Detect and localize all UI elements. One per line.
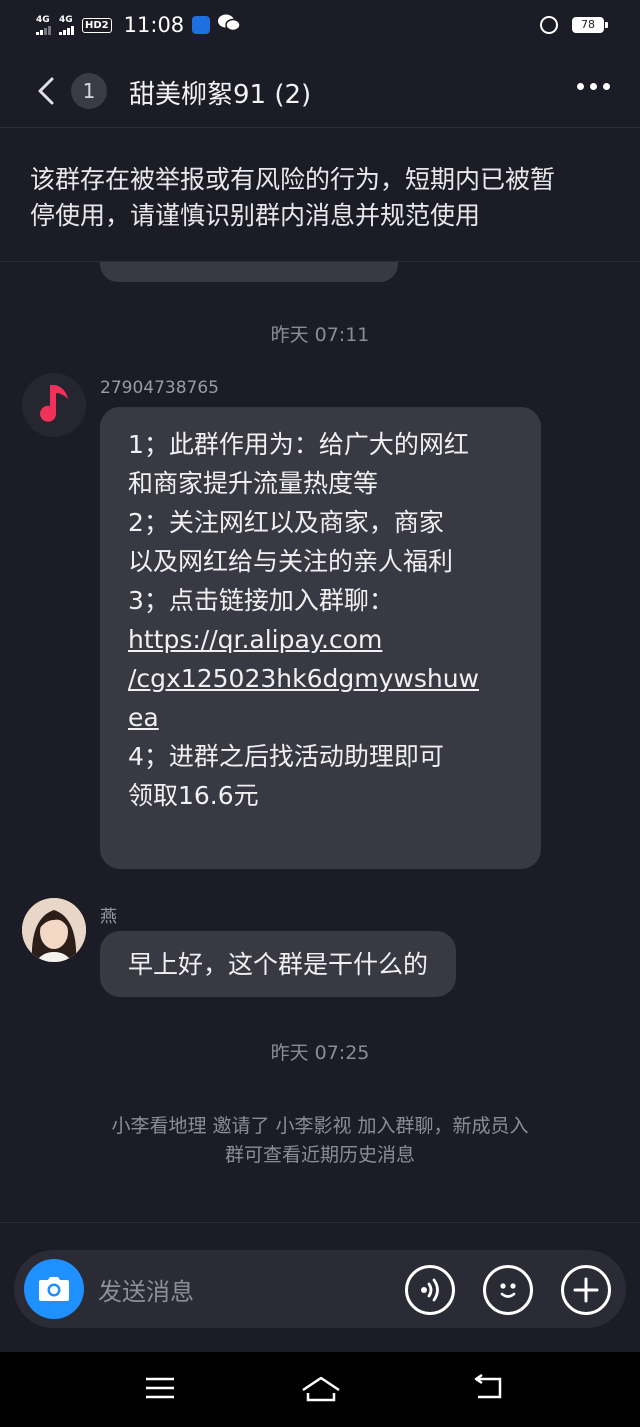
- wechat-notification-icon: [218, 13, 241, 37]
- back-button[interactable]: [34, 75, 58, 107]
- emoji-icon: [500, 1283, 516, 1298]
- time-separator: 昨天 07:25: [270, 1042, 370, 1064]
- sender-avatar[interactable]: [22, 373, 86, 437]
- message-bubble[interactable]: 早上好，这个群是干什么的: [100, 931, 457, 997]
- back-icon: [474, 1373, 502, 1399]
- menu-icon: [146, 1377, 174, 1399]
- camera-button[interactable]: [24, 1259, 84, 1319]
- more-options-button[interactable]: [577, 83, 610, 90]
- cellular-signal-icon: 4G: [36, 15, 51, 35]
- unread-count-badge: 1: [71, 73, 107, 109]
- input-pill: 发送消息: [14, 1250, 626, 1328]
- music-note-icon: [40, 385, 68, 422]
- menu-button[interactable]: [144, 1374, 178, 1404]
- alarm-icon: [540, 16, 558, 34]
- cellular-signal-2-icon: 4G: [59, 15, 74, 35]
- group-warning-banner: 该群存在被举报或有风险的行为，短期内已被暂 停使用，请谨慎识别群内消息并规范使用: [0, 128, 640, 262]
- user-photo-avatar: [22, 898, 86, 962]
- message-text-line: 和商家提升流量热度等: [128, 469, 379, 498]
- sender-name: 27904738765: [100, 378, 219, 398]
- home-button[interactable]: [300, 1374, 342, 1404]
- voice-button[interactable]: [405, 1265, 455, 1315]
- back-nav-button[interactable]: [472, 1373, 506, 1404]
- voice-icon: [421, 1278, 439, 1302]
- message-text-line: 3；点击链接加入群聊：: [128, 586, 394, 615]
- emoji-button[interactable]: [483, 1265, 533, 1315]
- app-notification-icon: [192, 16, 211, 34]
- message-link[interactable]: /cgx125023hk6dgmywshuw: [128, 659, 513, 698]
- status-bar: 4G 4G HD2 11:08 78: [0, 0, 640, 50]
- input-bar: 发送消息: [0, 1222, 640, 1352]
- status-time: 11:08: [123, 13, 185, 37]
- message-text-line: 4；进群之后找活动助理即可: [128, 742, 444, 771]
- time-separator: 昨天 07:11: [270, 324, 370, 346]
- warning-text-line2: 停使用，请谨慎识别群内消息并规范使用: [30, 201, 481, 230]
- message-text-line: 1；此群作用为：给广大的网红: [128, 430, 469, 459]
- battery-icon: 78: [572, 17, 608, 33]
- warning-text-line1: 该群存在被举报或有风险的行为，短期内已被暂: [30, 165, 556, 194]
- system-message: 小李看地理 邀请了 小李影视 加入群聊，新成员入 群可查看近期历史消息: [111, 1115, 529, 1166]
- system-nav-bar: [0, 1352, 640, 1427]
- home-icon: [302, 1376, 340, 1402]
- chat-title: 甜美柳絮91 (2): [129, 80, 312, 110]
- camera-icon: [39, 1277, 69, 1301]
- message-text-line: 领取16.6元: [128, 781, 259, 810]
- message-bubble[interactable]: 1；此群作用为：给广大的网红 和商家提升流量热度等 2；关注网红以及商家，商家 …: [100, 407, 541, 869]
- hd-voice-icon: HD2: [82, 17, 112, 33]
- message-link[interactable]: ea: [128, 698, 513, 737]
- message-text-line: 以及网红给与关注的亲人福利: [128, 547, 454, 576]
- message-text-line: 2；关注网红以及商家，商家: [128, 508, 444, 537]
- sender-name: 燕: [100, 907, 117, 927]
- message-link[interactable]: https://qr.alipay.com: [128, 620, 513, 659]
- chat-header: 1 甜美柳絮91 (2): [0, 55, 640, 127]
- message-text: 早上好，这个群是干什么的: [128, 950, 429, 979]
- add-button[interactable]: [561, 1265, 611, 1315]
- chevron-left-icon: [38, 77, 54, 105]
- sender-avatar[interactable]: [22, 898, 86, 962]
- message-input[interactable]: 发送消息: [98, 1272, 194, 1307]
- plus-icon: [573, 1277, 599, 1303]
